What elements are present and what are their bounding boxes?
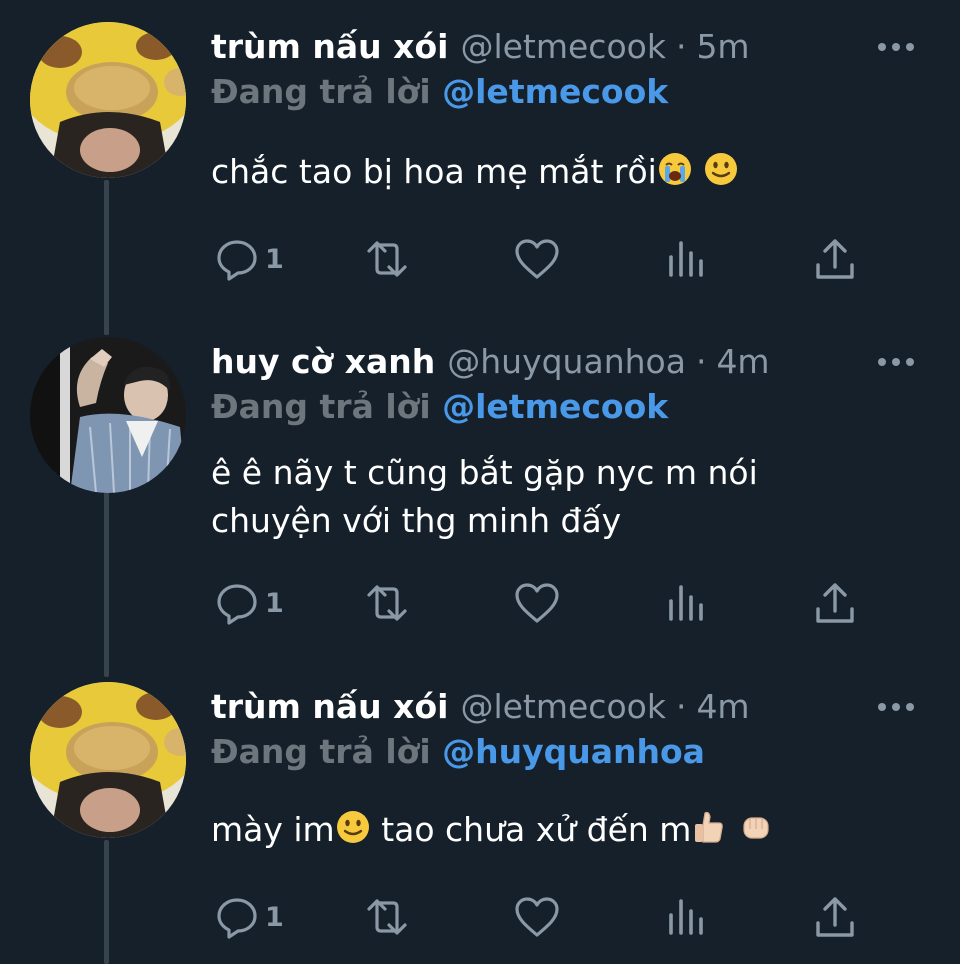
tweet-text-line: ê ê nãy t cũng bắt gặp nyc m nói (211, 453, 758, 492)
share-upload-icon (816, 583, 854, 623)
heart-icon (515, 583, 559, 623)
avatar[interactable] (30, 337, 186, 493)
retweet-icon (367, 899, 407, 935)
reply-count: 1 (265, 587, 284, 619)
replying-to: Đang trả lời @letmecook (211, 72, 668, 111)
reply-bubble-icon (217, 584, 257, 625)
share-button[interactable] (813, 234, 857, 284)
tweet-actions: 1 (211, 578, 871, 628)
retweet-icon (367, 241, 407, 277)
share-upload-icon (816, 897, 854, 937)
reply-count: 1 (265, 901, 284, 933)
reply-mention-link[interactable]: @letmecook (442, 72, 668, 111)
analytics-bars-icon (669, 241, 703, 277)
analytics-button[interactable] (665, 578, 709, 628)
retweet-icon (367, 585, 407, 621)
tweet-actions: 1 (211, 892, 871, 942)
user-handle[interactable]: @letmecook (460, 687, 666, 726)
reply-count: 1 (265, 243, 284, 275)
user-handle[interactable]: @huyquanhoa (447, 342, 686, 381)
thumbs-up-emoji (695, 811, 724, 843)
reply-button[interactable]: 1 (215, 892, 284, 942)
separator-dot: · (695, 341, 707, 381)
replying-to: Đang trả lời @letmecook (211, 387, 668, 426)
more-options-button[interactable] (876, 692, 916, 722)
reply-bubble-icon (217, 898, 257, 939)
separator-dot: · (675, 26, 687, 66)
timestamp[interactable]: 5m (696, 27, 749, 66)
tweet-text-content: tao chưa xử đến m (370, 810, 692, 849)
more-dots-icon (878, 43, 914, 51)
replying-to: Đang trả lời @huyquanhoa (211, 732, 705, 771)
slightly-smiling-face-emoji (705, 153, 738, 185)
reply-mention-link[interactable]: @huyquanhoa (442, 732, 705, 771)
loudly-crying-face-emoji (658, 153, 691, 185)
replying-to-label: Đang trả lời (211, 732, 431, 771)
tweet-text-content: mày im (211, 810, 335, 849)
retweet-button[interactable] (359, 578, 415, 628)
more-options-button[interactable] (876, 347, 916, 377)
denim-jacket-photo-avatar (30, 337, 186, 493)
analytics-button[interactable] (665, 234, 709, 284)
tweet-header: huy cờ xanh @huyquanhoa · 4m (211, 337, 770, 385)
more-dots-icon (878, 703, 914, 711)
tweet[interactable]: trùm nấu xói @letmecook · 4m Đang trả lờ… (0, 682, 960, 964)
analytics-bars-icon (669, 585, 703, 621)
display-name[interactable]: huy cờ xanh (211, 342, 435, 381)
tweet-text: mày im tao chưa xử đến m (211, 806, 911, 854)
retweet-button[interactable] (359, 234, 415, 284)
tweet-text-line: chuyện với thg minh đấy (211, 501, 622, 540)
yellow-plush-hat-avatar (30, 22, 186, 178)
like-button[interactable] (513, 578, 561, 628)
share-button[interactable] (813, 578, 857, 628)
tweet-text: ê ê nãy t cũng bắt gặp nyc m nói chuyện … (211, 449, 911, 545)
share-upload-icon (816, 239, 854, 279)
heart-icon (515, 239, 559, 279)
avatar[interactable] (30, 22, 186, 178)
more-options-button[interactable] (876, 32, 916, 62)
like-button[interactable] (513, 234, 561, 284)
reply-mention-link[interactable]: @letmecook (442, 387, 668, 426)
reply-button[interactable]: 1 (215, 578, 284, 628)
retweet-button[interactable] (359, 892, 415, 942)
reply-button[interactable]: 1 (215, 234, 284, 284)
yellow-plush-hat-avatar (30, 682, 186, 838)
tweet[interactable]: trùm nấu xói @letmecook · 5m Đang trả lờ… (0, 22, 960, 322)
share-button[interactable] (813, 892, 857, 942)
fist-bump-emoji (743, 817, 769, 839)
tweet-header: trùm nấu xói @letmecook · 4m (211, 682, 750, 730)
analytics-bars-icon (669, 899, 703, 935)
more-dots-icon (878, 358, 914, 366)
replying-to-label: Đang trả lời (211, 387, 431, 426)
replying-to-label: Đang trả lời (211, 72, 431, 111)
display-name[interactable]: trùm nấu xói (211, 687, 448, 726)
heart-icon (515, 897, 559, 937)
separator-dot: · (675, 686, 687, 726)
like-button[interactable] (513, 892, 561, 942)
tweet-actions: 1 (211, 234, 871, 284)
tweet[interactable]: huy cờ xanh @huyquanhoa · 4m Đang trả lờ… (0, 337, 960, 647)
tweet-text-content: chắc tao bị hoa mẹ mắt rồi (211, 152, 657, 191)
tweet-text: chắc tao bị hoa mẹ mắt rồi (211, 148, 911, 196)
analytics-button[interactable] (665, 892, 709, 942)
user-handle[interactable]: @letmecook (460, 27, 666, 66)
timestamp[interactable]: 4m (716, 342, 769, 381)
avatar[interactable] (30, 682, 186, 838)
slightly-smiling-face-emoji (336, 811, 369, 843)
display-name[interactable]: trùm nấu xói (211, 27, 448, 66)
tweet-header: trùm nấu xói @letmecook · 5m (211, 22, 750, 70)
timestamp[interactable]: 4m (696, 687, 749, 726)
reply-bubble-icon (217, 240, 257, 281)
